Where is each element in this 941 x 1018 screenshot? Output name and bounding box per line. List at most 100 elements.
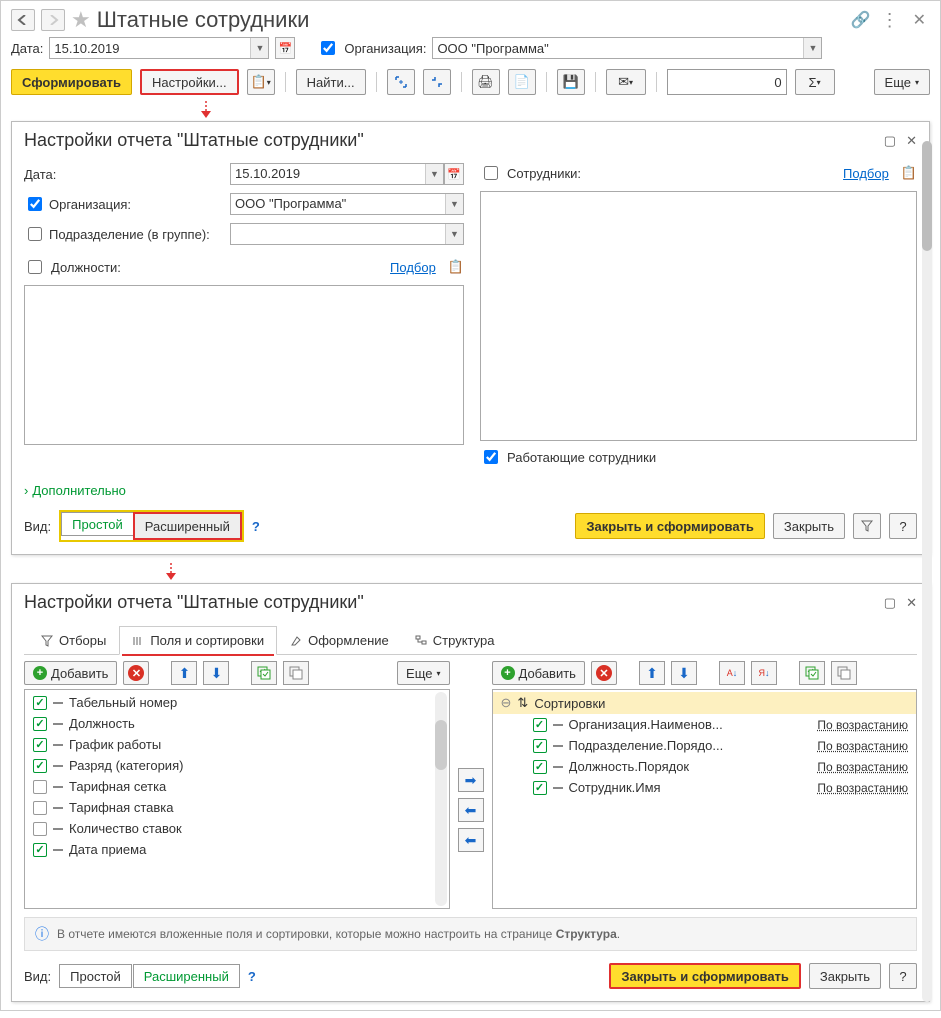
nav-back-button[interactable]	[11, 9, 35, 31]
field-item[interactable]: ✓Разряд (категория)	[25, 755, 449, 776]
check-all-button[interactable]	[251, 661, 277, 685]
field-item[interactable]: ✓Дата приема	[25, 839, 449, 860]
tab-structure[interactable]: Структура	[402, 626, 508, 655]
window-close-button[interactable]: ✕	[909, 10, 930, 30]
sorts-listbox[interactable]: ⊖⇅Сортировки✓Организация.Наименов...По в…	[492, 689, 918, 909]
calendar-button[interactable]: 📅	[275, 37, 295, 59]
tab-format[interactable]: Оформление	[277, 626, 402, 655]
checkbox-icon[interactable]: ✓	[33, 759, 47, 773]
mail-button[interactable]: ✉▾	[606, 69, 646, 95]
add-field-button[interactable]: +Добавить	[24, 661, 117, 685]
dropdown-icon[interactable]: ▼	[250, 38, 268, 58]
more-button[interactable]: Еще▾	[874, 69, 930, 95]
close-and-form-button[interactable]: Закрыть и сформировать	[609, 963, 801, 989]
move-right-button[interactable]: ➡	[458, 768, 484, 792]
number-input[interactable]: 0	[667, 69, 787, 95]
help-button[interactable]: ?	[252, 519, 260, 534]
org-input[interactable]: ООО "Программа" ▼	[432, 37, 822, 59]
sort-item[interactable]: ✓Должность.ПорядокПо возрастанию	[493, 756, 917, 777]
view-extended-tab[interactable]: Расширенный	[133, 964, 240, 988]
collapse-button[interactable]	[423, 69, 451, 95]
sort-desc-button[interactable]: Я↓	[751, 661, 777, 685]
view-extended-tab[interactable]: Расширенный	[135, 514, 240, 538]
panel-close-button[interactable]: ✕	[906, 595, 917, 611]
sort-asc-button[interactable]: А↓	[719, 661, 745, 685]
p1-positions-checkbox[interactable]	[28, 260, 42, 274]
sort-move-up-button[interactable]: ⬆	[639, 661, 665, 685]
move-all-left-button[interactable]: ⬅	[458, 828, 484, 852]
sort-uncheck-all-button[interactable]	[831, 661, 857, 685]
checkbox-icon[interactable]: ✓	[33, 717, 47, 731]
sort-item[interactable]: ✓Подразделение.Порядо...По возрастанию	[493, 735, 917, 756]
move-left-button[interactable]: ⬅	[458, 798, 484, 822]
add-sort-button[interactable]: +Добавить	[492, 661, 585, 685]
additional-link[interactable]: ›Дополнительно	[24, 483, 917, 498]
save-button[interactable]: 💾	[557, 69, 585, 95]
field-item[interactable]: ✓График работы	[25, 734, 449, 755]
employees-select-link[interactable]: Подбор	[843, 166, 889, 181]
checkbox-icon[interactable]: ✓	[33, 738, 47, 752]
delete-field-button[interactable]: ✕	[123, 661, 149, 685]
kebab-icon[interactable]: ⋮	[881, 10, 899, 31]
print-button[interactable]: 🖨	[472, 69, 500, 95]
checkbox-icon[interactable]	[33, 801, 47, 815]
sort-direction[interactable]: По возрастанию	[817, 718, 908, 732]
checkbox-icon[interactable]: ✓	[533, 760, 547, 774]
p1-dept-input[interactable]: ▼	[230, 223, 464, 245]
move-up-button[interactable]: ⬆	[171, 661, 197, 685]
move-down-button[interactable]: ⬇	[203, 661, 229, 685]
copy-icon[interactable]: 📋	[448, 259, 464, 275]
p1-dept-checkbox[interactable]	[28, 227, 42, 241]
sum-button[interactable]: Σ▾	[795, 69, 835, 95]
sort-item[interactable]: ✓Организация.Наименов...По возрастанию	[493, 714, 917, 735]
view-simple-tab[interactable]: Простой	[61, 512, 133, 536]
working-checkbox[interactable]	[484, 450, 498, 464]
date-input[interactable]: 15.10.2019 ▼	[49, 37, 269, 59]
field-item[interactable]: ✓Табельный номер	[25, 692, 449, 713]
p1-org-input[interactable]: ООО "Программа"▼	[230, 193, 464, 215]
collapse-icon[interactable]: ⊖	[501, 695, 512, 711]
checkbox-icon[interactable]: ✓	[533, 718, 547, 732]
checkbox-icon[interactable]	[33, 780, 47, 794]
preview-button[interactable]: 📄	[508, 69, 536, 95]
calendar-button[interactable]: 📅	[444, 163, 464, 185]
tab-filters[interactable]: Отборы	[28, 626, 119, 655]
view-simple-tab[interactable]: Простой	[59, 964, 132, 988]
help-icon-button[interactable]: ?	[889, 963, 917, 989]
dropdown-icon[interactable]: ▼	[803, 38, 821, 58]
settings-button[interactable]: Настройки...	[140, 69, 239, 95]
sort-direction[interactable]: По возрастанию	[817, 781, 908, 795]
favorite-icon[interactable]: ★	[71, 7, 91, 33]
p1-employees-checkbox[interactable]	[484, 166, 498, 180]
delete-sort-button[interactable]: ✕	[591, 661, 617, 685]
p1-org-checkbox[interactable]	[28, 197, 42, 211]
positions-textarea[interactable]	[24, 285, 464, 445]
help-icon-button[interactable]: ?	[889, 513, 917, 539]
filter-settings-button[interactable]	[853, 513, 881, 539]
employees-textarea[interactable]	[480, 191, 917, 441]
checkbox-icon[interactable]: ✓	[33, 696, 47, 710]
field-item[interactable]: Тарифная сетка	[25, 776, 449, 797]
link-icon[interactable]: 🔗	[851, 10, 871, 30]
sort-direction[interactable]: По возрастанию	[817, 739, 908, 753]
checkbox-icon[interactable]: ✓	[33, 843, 47, 857]
sort-check-all-button[interactable]	[799, 661, 825, 685]
org-checkbox[interactable]	[321, 41, 335, 55]
main-scrollbar[interactable]	[922, 141, 932, 1002]
sort-direction[interactable]: По возрастанию	[817, 760, 908, 774]
help-button[interactable]: ?	[248, 969, 256, 984]
uncheck-all-button[interactable]	[283, 661, 309, 685]
copy-icon[interactable]: 📋	[901, 165, 917, 181]
maximize-icon[interactable]: ▢	[884, 133, 896, 149]
close-button[interactable]: Закрыть	[809, 963, 881, 989]
positions-select-link[interactable]: Подбор	[390, 260, 436, 275]
checkbox-icon[interactable]: ✓	[533, 739, 547, 753]
p1-date-input[interactable]: 15.10.2019▼	[230, 163, 444, 185]
field-item[interactable]: ✓Должность	[25, 713, 449, 734]
sort-move-down-button[interactable]: ⬇	[671, 661, 697, 685]
field-item[interactable]: Тарифная ставка	[25, 797, 449, 818]
close-button[interactable]: Закрыть	[773, 513, 845, 539]
form-button[interactable]: Сформировать	[11, 69, 132, 95]
expand-button[interactable]	[387, 69, 415, 95]
nav-forward-button[interactable]	[41, 9, 65, 31]
